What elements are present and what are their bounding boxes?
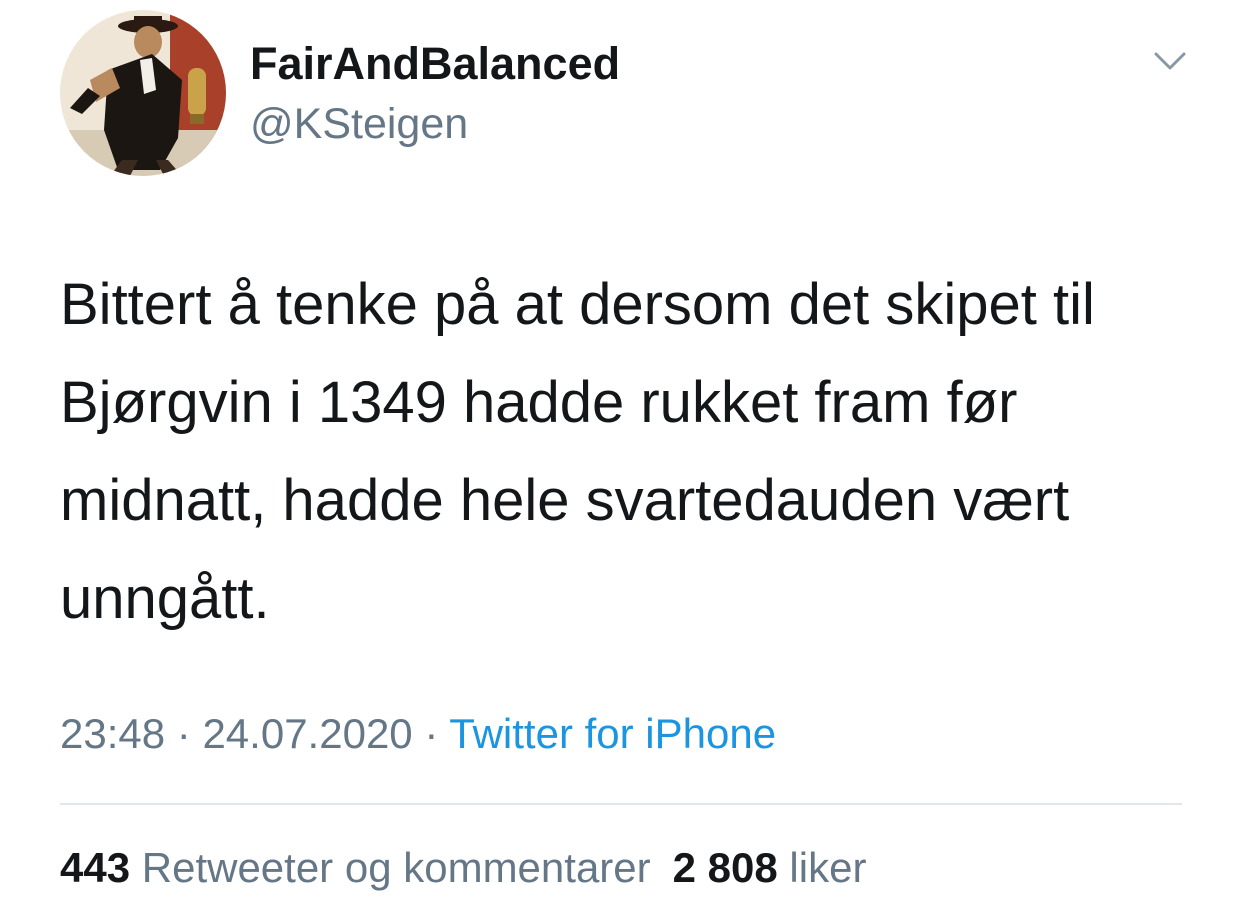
avatar[interactable]	[60, 10, 226, 176]
meta-separator: ·	[424, 710, 439, 757]
divider	[60, 803, 1182, 805]
display-name[interactable]: FairAndBalanced	[250, 38, 620, 90]
tweet-date[interactable]: 24.07.2020	[202, 710, 412, 757]
retweets-stat[interactable]: 443 Retweeter og kommentarer	[60, 844, 651, 891]
tweet-stats: 443 Retweeter og kommentarer 2 808 liker	[60, 842, 866, 894]
user-handle[interactable]: @KSteigen	[250, 99, 468, 149]
likes-label: liker	[789, 844, 867, 891]
likes-count: 2 808	[672, 844, 778, 891]
meta-separator: ·	[176, 710, 191, 757]
likes-stat[interactable]: 2 808 liker	[673, 844, 867, 891]
source-link[interactable]: Twitter for iPhone	[449, 710, 776, 757]
retweets-count: 443	[60, 844, 131, 891]
avatar-portrait-icon	[60, 10, 226, 176]
retweets-label: Retweeter og kommentarer	[141, 844, 651, 891]
tweet-meta: 23:48 · 24.07.2020 · Twitter for iPhone	[60, 708, 776, 760]
tweet-time[interactable]: 23:48	[60, 710, 165, 757]
tweet-text: Bittert å tenke på at dersom det skipet …	[60, 272, 1095, 631]
chevron-down-icon[interactable]	[1150, 46, 1190, 74]
